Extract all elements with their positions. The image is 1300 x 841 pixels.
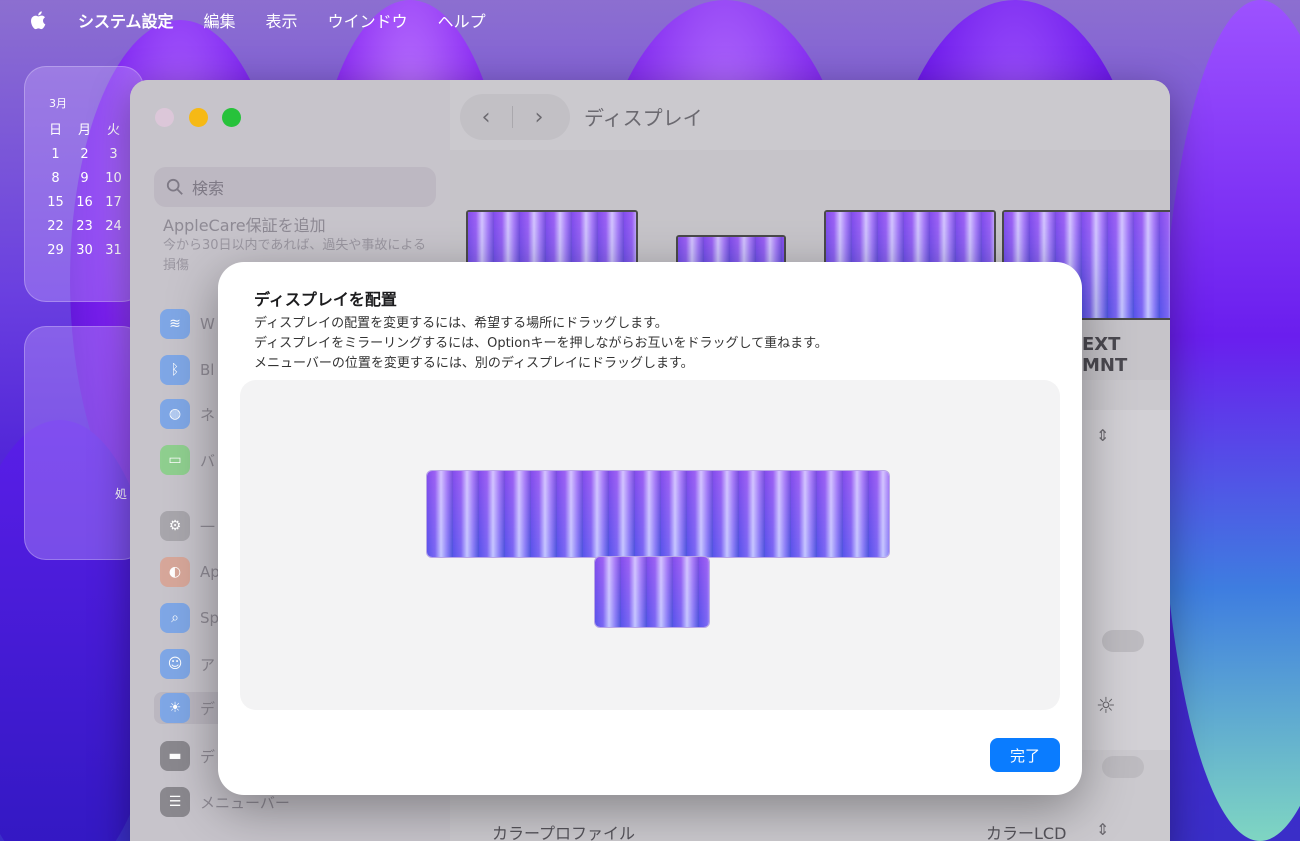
navigation-buttons: ‹ › (460, 94, 570, 140)
desktop-dock-icon: ▬ (160, 741, 190, 771)
minimize-window-button[interactable] (189, 108, 208, 127)
color-profile-label: カラープロファイル (492, 824, 636, 841)
page-title: ディスプレイ (584, 106, 703, 130)
sidebar-item-bluetooth[interactable]: ᛒ Bl (160, 354, 214, 386)
brightness-sun-icon: ☼ (1096, 694, 1116, 719)
display-wallpaper (595, 557, 709, 627)
dialog-instruction: ディスプレイの配置を変更するには、希望する場所にドラッグします。 (254, 316, 668, 331)
menu-system-settings[interactable]: システム設定 (78, 8, 174, 32)
dialog-instruction: ディスプレイをミラーリングするには、Optionキーを押しながらお互いをドラッグ… (254, 336, 828, 351)
search-icon (166, 178, 183, 195)
sidebar-item-desktop-dock[interactable]: ▬ デ (160, 740, 215, 772)
apple-logo-icon[interactable] (28, 9, 50, 31)
color-profile-stepper-icon[interactable]: ⇕ (1096, 820, 1109, 839)
calendar-widget[interactable]: 3月 日月火 123 8 9 10 15 16 17 22 23 24 29 30 31 (24, 66, 144, 302)
menu-edit[interactable]: 編集 (204, 8, 236, 32)
calendar-month: 3月 (49, 97, 67, 110)
sidebar-item-general[interactable]: ⚙ 一 (160, 510, 215, 542)
search-field[interactable]: 検索 (154, 167, 436, 207)
updown-stepper-icon[interactable]: ⇕ (1096, 426, 1109, 445)
done-button[interactable]: 完了 (990, 738, 1060, 772)
widget-text: 処 (115, 487, 128, 501)
menubar-icon: ☰ (160, 787, 190, 817)
zoom-window-button[interactable] (222, 108, 241, 127)
display-brightness-icon: ☀ (160, 693, 190, 723)
calendar-grid: 日月火 123 8 9 10 15 16 17 22 23 24 29 30 31 (47, 123, 122, 258)
appearance-icon: ◐ (160, 557, 190, 587)
menu-help[interactable]: ヘルプ (438, 8, 486, 32)
applecare-title[interactable]: AppleCare保証を追加 (163, 212, 326, 236)
sidebar-item-spotlight[interactable]: ⌕ Sp (160, 602, 219, 634)
dialog-title: ディスプレイを配置 (254, 290, 397, 309)
toggle-switch[interactable] (1102, 630, 1144, 652)
battery-icon: ▭ (160, 445, 190, 475)
bluetooth-icon: ᛒ (160, 355, 190, 385)
wifi-icon: ≋ (160, 309, 190, 339)
sidebar-item-network[interactable]: ◍ ネ (160, 398, 215, 430)
settings-rows (1078, 410, 1170, 750)
spotlight-icon: ⌕ (160, 603, 190, 633)
sidebar-item-wifi[interactable]: ≋ W (160, 308, 215, 340)
menu-view[interactable]: 表示 (266, 8, 298, 32)
sidebar-item-accessibility[interactable]: ☺ ア (160, 648, 215, 680)
reminder-widget[interactable]: 処 (24, 326, 144, 560)
ext-monitor-label: EXT MNT (1082, 334, 1128, 376)
toggle-switch[interactable] (1102, 756, 1144, 778)
color-profile-value[interactable]: カラーLCD (986, 820, 1066, 841)
arrange-displays-dialog: ディスプレイを配置 ディスプレイの配置を変更するには、希望する場所にドラッグしま… (218, 262, 1082, 795)
display-secondary[interactable] (594, 556, 710, 628)
sidebar-item-appearance[interactable]: ◐ Ap (160, 556, 220, 588)
chevron-left-icon[interactable]: ‹ (460, 105, 512, 130)
menu-bar: システム設定 編集 表示 ウインドウ ヘルプ (0, 0, 1300, 40)
globe-icon: ◍ (160, 399, 190, 429)
menu-window[interactable]: ウインドウ (328, 8, 408, 32)
display-arrangement-area (240, 380, 1060, 710)
search-placeholder: 検索 (192, 179, 225, 198)
close-window-button[interactable] (155, 108, 174, 127)
sidebar-item-battery[interactable]: ▭ バ (160, 444, 215, 476)
display-main[interactable] (426, 470, 890, 558)
general-icon: ⚙ (160, 511, 190, 541)
dialog-instruction: メニューバーの位置を変更するには、別のディスプレイにドラッグします。 (254, 356, 694, 371)
display-wallpaper (427, 471, 889, 557)
chevron-right-icon[interactable]: › (513, 105, 565, 130)
accessibility-icon: ☺ (160, 649, 190, 679)
